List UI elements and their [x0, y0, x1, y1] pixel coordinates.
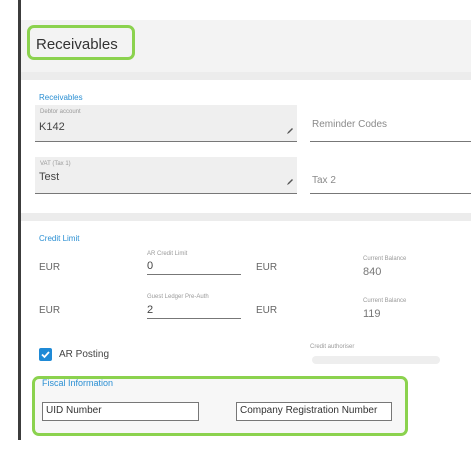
current-balance-value: 119	[363, 308, 381, 320]
ar-credit-limit-value[interactable]: 0	[147, 260, 153, 272]
current-balance-label: Current Balance	[363, 298, 407, 304]
ar-posting-checkbox[interactable]	[39, 348, 52, 361]
pencil-icon[interactable]	[286, 127, 294, 135]
currency-label: EUR	[256, 262, 278, 273]
page-title: Receivables	[36, 36, 118, 53]
reminder-codes-placeholder: Reminder Codes	[312, 119, 388, 130]
top-blank	[18, 0, 471, 20]
ar-credit-limit-label: AR Credit Limit	[147, 251, 188, 257]
currency-label: EUR	[256, 305, 278, 316]
currency-label: EUR	[39, 262, 61, 273]
credit-limit-section-label: Credit Limit	[39, 234, 80, 243]
currency-label: EUR	[39, 305, 61, 316]
tax2-placeholder: Tax 2	[312, 175, 336, 186]
fiscal-section-title: Fiscal Information	[42, 378, 114, 388]
pencil-icon[interactable]	[286, 178, 294, 186]
vat-value: Test	[39, 171, 60, 183]
section-divider	[21, 72, 471, 80]
vat-label: VAT (Tax 1)	[40, 161, 71, 167]
credit-authoriser-label: Credit authoriser	[310, 344, 355, 350]
debtor-account-label: Debtor account	[40, 109, 81, 115]
current-balance-value: 840	[363, 266, 382, 278]
receivables-section-label: Receivables	[39, 93, 83, 102]
current-balance-label: Current Balance	[363, 256, 407, 262]
debtor-account-value: K142	[39, 121, 65, 133]
guest-ledger-preauth-label: Guest Ledger Pre-Auth	[147, 294, 209, 300]
section-divider	[21, 213, 471, 221]
guest-ledger-preauth-value[interactable]: 2	[147, 304, 153, 316]
credit-authoriser-value[interactable]	[312, 356, 440, 364]
ar-posting-label: AR Posting	[59, 349, 110, 360]
ar-credit-limit-underline	[147, 274, 241, 275]
uid-number-field[interactable]: UID Number	[42, 402, 199, 421]
checkmark-icon	[41, 351, 50, 359]
company-registration-number-field[interactable]: Company Registration Number	[236, 402, 392, 421]
guest-ledger-preauth-underline	[147, 318, 241, 319]
vat-field[interactable]	[35, 157, 297, 194]
